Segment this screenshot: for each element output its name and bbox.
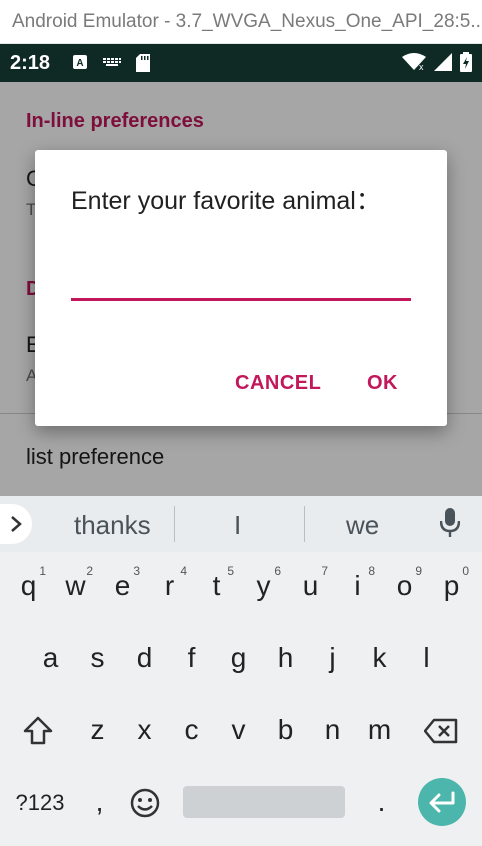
key-t[interactable]: 5t xyxy=(193,552,240,612)
period-key[interactable]: . xyxy=(358,768,405,828)
signal-icon xyxy=(434,53,452,71)
dialog-title: Enter your favorite animal： xyxy=(71,187,381,215)
suggestion-word[interactable]: thanks xyxy=(74,510,151,541)
key-y[interactable]: 6y xyxy=(240,552,287,612)
sd-card-icon xyxy=(136,54,150,72)
key-v[interactable]: v xyxy=(215,696,262,756)
suggestion-word[interactable]: we xyxy=(346,510,379,541)
enter-icon xyxy=(429,791,455,813)
key-n[interactable]: n xyxy=(309,696,356,756)
space-bar[interactable] xyxy=(183,786,345,818)
key-a[interactable]: a xyxy=(27,624,74,684)
microphone-icon xyxy=(439,508,461,537)
key-z[interactable]: z xyxy=(74,696,121,756)
key-x[interactable]: x xyxy=(121,696,168,756)
key-c[interactable]: c xyxy=(168,696,215,756)
keyboard-a-icon: A xyxy=(73,55,87,69)
soft-keyboard: thanks I we 1q 2w 3e 4r 5t 6y 7u 8i 9o 0… xyxy=(0,496,482,846)
backspace-key[interactable] xyxy=(418,696,465,756)
status-time: 2:18 xyxy=(10,52,51,74)
status-system-icons: x xyxy=(402,52,472,72)
key-g[interactable]: g xyxy=(215,624,262,684)
emoji-key[interactable] xyxy=(122,768,169,828)
emulator-window-title: Android Emulator - 3.7_WVGA_Nexus_One_AP… xyxy=(0,0,482,44)
ok-button[interactable]: OK xyxy=(367,372,398,395)
divider xyxy=(174,506,175,542)
symbols-key[interactable]: ?123 xyxy=(10,768,70,828)
key-i[interactable]: 8i xyxy=(334,552,381,612)
key-f[interactable]: f xyxy=(168,624,215,684)
chevron-right-icon xyxy=(11,516,22,532)
key-u[interactable]: 7u xyxy=(287,552,334,612)
status-notification-icons: A xyxy=(72,54,150,72)
key-l[interactable]: l xyxy=(403,624,450,684)
key-e[interactable]: 3e xyxy=(99,552,146,612)
comma-key[interactable]: , xyxy=(76,768,123,828)
input-underline xyxy=(71,298,411,301)
key-o[interactable]: 9o xyxy=(381,552,428,612)
key-s[interactable]: s xyxy=(74,624,121,684)
key-grid: 1q 2w 3e 4r 5t 6y 7u 8i 9o 0p a s d f g … xyxy=(0,552,482,846)
emoji-icon xyxy=(130,788,160,818)
expand-suggestions-button[interactable] xyxy=(0,504,32,544)
voice-input-button[interactable] xyxy=(439,508,461,543)
keyboard-icon xyxy=(103,58,121,66)
key-r[interactable]: 4r xyxy=(146,552,193,612)
key-h[interactable]: h xyxy=(262,624,309,684)
edit-text-dialog: Enter your favorite animal： CANCEL OK xyxy=(35,150,447,426)
key-j[interactable]: j xyxy=(309,624,356,684)
key-w[interactable]: 2w xyxy=(52,552,99,612)
enter-key[interactable] xyxy=(418,778,466,826)
suggestion-word[interactable]: I xyxy=(234,510,241,541)
key-b[interactable]: b xyxy=(262,696,309,756)
animal-input[interactable] xyxy=(71,260,411,296)
svg-text:x: x xyxy=(419,62,424,71)
key-m[interactable]: m xyxy=(356,696,403,756)
suggestion-strip: thanks I we xyxy=(0,496,482,552)
divider xyxy=(304,506,305,542)
wifi-icon: x xyxy=(402,53,426,71)
shift-icon xyxy=(23,716,53,745)
key-p[interactable]: 0p xyxy=(428,552,475,612)
key-k[interactable]: k xyxy=(356,624,403,684)
svg-text:A: A xyxy=(76,58,83,69)
status-bar: 2:18 A x xyxy=(0,44,482,82)
backspace-icon xyxy=(424,718,458,744)
key-q[interactable]: 1q xyxy=(5,552,52,612)
key-d[interactable]: d xyxy=(121,624,168,684)
cancel-button[interactable]: CANCEL xyxy=(235,372,321,395)
shift-key[interactable] xyxy=(14,696,61,756)
battery-icon xyxy=(460,52,472,72)
